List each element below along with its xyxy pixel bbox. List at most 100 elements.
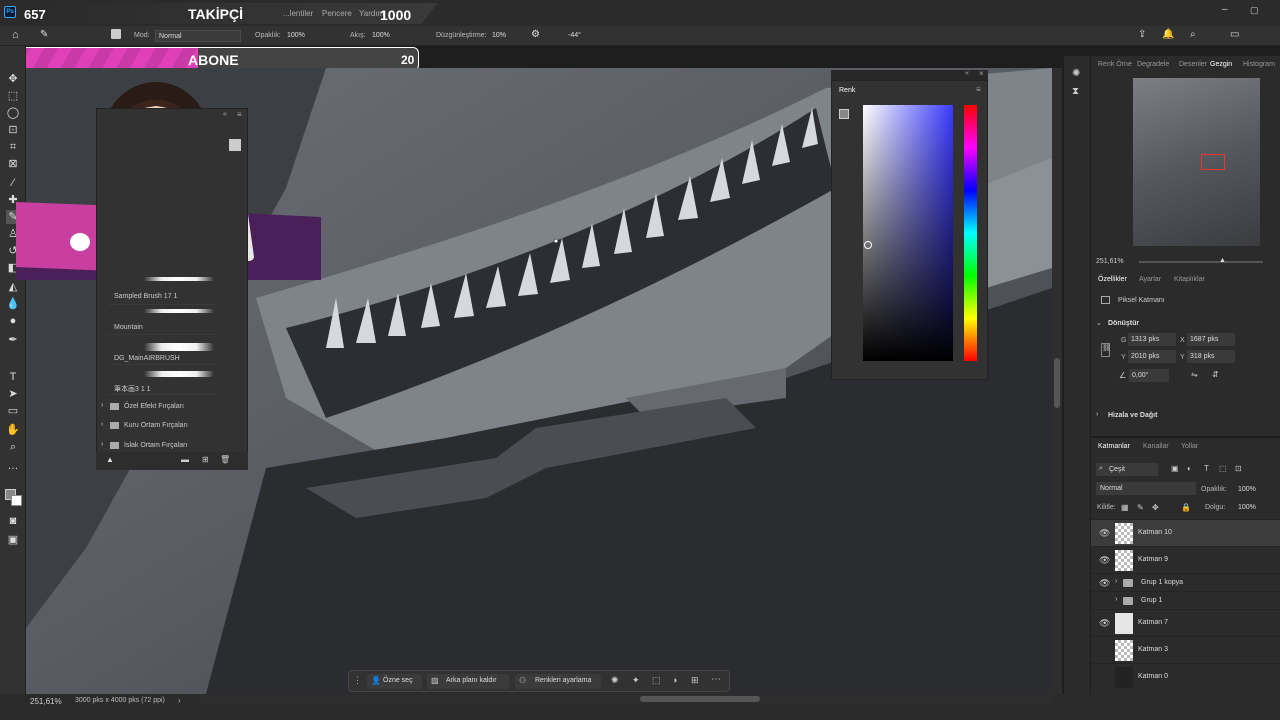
remove-background-button[interactable]: ▨ Arka planı kaldır	[427, 674, 509, 689]
blend-mode-select[interactable]: Normal	[1096, 482, 1196, 495]
tab-navigator[interactable]: Gezgin	[1210, 61, 1232, 68]
collapse-icon[interactable]: «	[965, 70, 969, 77]
navigator-preview[interactable]	[1133, 78, 1260, 246]
color-field[interactable]	[863, 105, 953, 361]
eye-icon[interactable]: 👁	[1099, 555, 1110, 566]
zoom-tool-icon[interactable]: ⌕	[6, 440, 20, 454]
hue-slider[interactable]	[964, 105, 977, 361]
transform-icon[interactable]: ⬚	[652, 675, 661, 686]
menu-window[interactable]: Pencere	[322, 9, 352, 18]
chevron-right-icon[interactable]: ›	[1115, 596, 1117, 603]
new-brush-icon[interactable]: ⊞	[202, 455, 209, 464]
tab-swatches[interactable]: Renk Örne	[1098, 61, 1132, 68]
size-slider-icon[interactable]: ▲	[106, 455, 114, 464]
horizontal-scrollbar[interactable]	[200, 695, 1052, 703]
layer-row[interactable]: 👁 › Grup 1 kopya	[1091, 573, 1280, 591]
tab-patterns[interactable]: Desenler	[1179, 61, 1207, 68]
chevron-right-icon[interactable]: ›	[1115, 578, 1117, 585]
layer-filter-select[interactable]: ⌕ Çeşit	[1096, 463, 1158, 476]
search-icon[interactable]: ⌕	[1190, 29, 1196, 40]
minimize-icon[interactable]: –	[1222, 4, 1228, 15]
screen-mode-icon[interactable]: ▣	[6, 533, 20, 547]
lock-all-icon[interactable]: 🔒	[1181, 503, 1191, 512]
background-color-swatch[interactable]	[11, 495, 22, 506]
adjust-icon[interactable]: ✺	[611, 675, 619, 686]
eye-icon[interactable]: 👁	[1099, 578, 1110, 589]
drag-handle-icon[interactable]: ⋮	[353, 675, 362, 686]
navigator-zoom-slider[interactable]: ▲	[1139, 257, 1263, 264]
maximize-icon[interactable]: ▢	[1250, 5, 1259, 16]
scroll-thumb[interactable]	[640, 696, 760, 702]
panel-menu-icon[interactable]: ≡	[976, 85, 981, 94]
brush-item[interactable]: DG_MainAIRBRUSH	[108, 335, 218, 365]
fg-color-chip[interactable]	[839, 109, 849, 119]
smoothing-value[interactable]: 10%	[492, 32, 506, 39]
mode-select[interactable]: Normal	[155, 30, 241, 42]
mask-icon[interactable]: ◑	[672, 675, 677, 685]
layer-row[interactable]: Katman 0	[1091, 663, 1280, 690]
brush-item[interactable]: Sampled Brush 17 1	[108, 275, 218, 305]
history-icon[interactable]: ⧗	[1072, 86, 1079, 97]
blur-tool-icon[interactable]: 💧	[6, 297, 20, 311]
width-field[interactable]: 1313 pks	[1128, 333, 1176, 346]
opacity-value[interactable]: 100%	[287, 32, 305, 39]
status-zoom[interactable]: 251,61%	[30, 697, 62, 706]
new-group-icon[interactable]: ▬	[181, 455, 189, 464]
trash-icon[interactable]: 🗑	[220, 455, 230, 464]
lock-brush-icon[interactable]: ✎	[1137, 503, 1144, 512]
eye-icon[interactable]: 👁	[1099, 618, 1110, 629]
lock-move-icon[interactable]: ✥	[1152, 503, 1159, 512]
tab-channels[interactable]: Kanallar	[1143, 443, 1169, 450]
ps-logo[interactable]: Ps	[4, 6, 16, 18]
home-icon[interactable]: ⌂	[12, 29, 19, 41]
layer-row[interactable]: Katman 3	[1091, 636, 1280, 663]
adjustments-icon[interactable]: ✺	[1072, 68, 1080, 79]
select-subject-button[interactable]: Özne seç 👤	[367, 674, 422, 689]
panel-menu-icon[interactable]: ≡	[237, 110, 242, 119]
layer-opacity-value[interactable]: 100%	[1238, 486, 1256, 493]
layer-row[interactable]: › Grup 1	[1091, 591, 1280, 609]
filter-pixel-icon[interactable]: ▣	[1171, 464, 1179, 473]
magic-icon[interactable]: ✦	[632, 675, 640, 686]
brush-item[interactable]: 筆本画3 1 1	[108, 365, 218, 395]
bell-icon[interactable]: 🔔	[1162, 29, 1174, 40]
pen-tool-icon[interactable]: ✒	[6, 333, 20, 347]
y-field[interactable]: 318 pks	[1187, 350, 1235, 363]
fill-value[interactable]: 100%	[1238, 504, 1256, 511]
angle-value[interactable]: -44°	[568, 32, 581, 39]
tab-layers[interactable]: Katmanlar	[1098, 443, 1130, 450]
tab-histogram[interactable]: Histogram	[1243, 61, 1275, 68]
tab-libraries[interactable]: Kitaplıklar	[1174, 276, 1205, 283]
navigator-view-box[interactable]	[1201, 154, 1225, 170]
more-options-icon[interactable]: ⋯	[711, 674, 721, 685]
angle-field[interactable]: 0,00°	[1129, 369, 1169, 382]
workspace-icon[interactable]: ▭	[1230, 29, 1239, 40]
flip-vertical-icon[interactable]: ⇵	[1212, 370, 1219, 379]
tab-adjustments[interactable]: Ayarlar	[1139, 276, 1161, 283]
eye-icon[interactable]: 👁	[1099, 528, 1110, 539]
filter-smart-icon[interactable]: ⊡	[1235, 464, 1242, 473]
chevron-down-icon[interactable]: ⌄	[1096, 319, 1102, 327]
canvas-scrollbar[interactable]	[1052, 68, 1062, 694]
hand-tool-icon[interactable]: ✋	[6, 423, 20, 437]
brush-group[interactable]: › Özel Efekt Fırçaları	[96, 399, 238, 418]
brush-tool-icon[interactable]: ✎	[40, 29, 48, 40]
gear-icon[interactable]: ⚙	[531, 29, 540, 40]
share-icon[interactable]: ⇪	[1138, 29, 1146, 40]
adjust-colors-button[interactable]: ⚇ Renkleri ayarlama	[515, 674, 601, 689]
brush-preset-picker-icon[interactable]	[229, 139, 241, 151]
layer-row[interactable]: 👁 Katman 10	[1091, 519, 1280, 546]
scroll-thumb[interactable]	[1054, 358, 1060, 408]
type-tool-icon[interactable]: T	[6, 370, 20, 384]
flip-horizontal-icon[interactable]: ⇋	[1191, 370, 1198, 379]
height-field[interactable]: 2010 pks	[1128, 350, 1176, 363]
navigator-zoom[interactable]: 251,61%	[1096, 258, 1124, 265]
brush-item[interactable]: Mountain	[108, 305, 218, 335]
bucket-tool-icon[interactable]: ◭	[6, 280, 20, 294]
tab-paths[interactable]: Yollar	[1181, 443, 1198, 450]
layer-row[interactable]: 👁 Katman 9	[1091, 546, 1280, 573]
color-picker-handle[interactable]	[864, 241, 872, 249]
brush-group[interactable]: › Kuru Ortam Fırçaları	[96, 418, 238, 437]
tab-properties[interactable]: Özellikler	[1098, 276, 1127, 283]
status-menu-icon[interactable]: ›	[178, 696, 181, 705]
